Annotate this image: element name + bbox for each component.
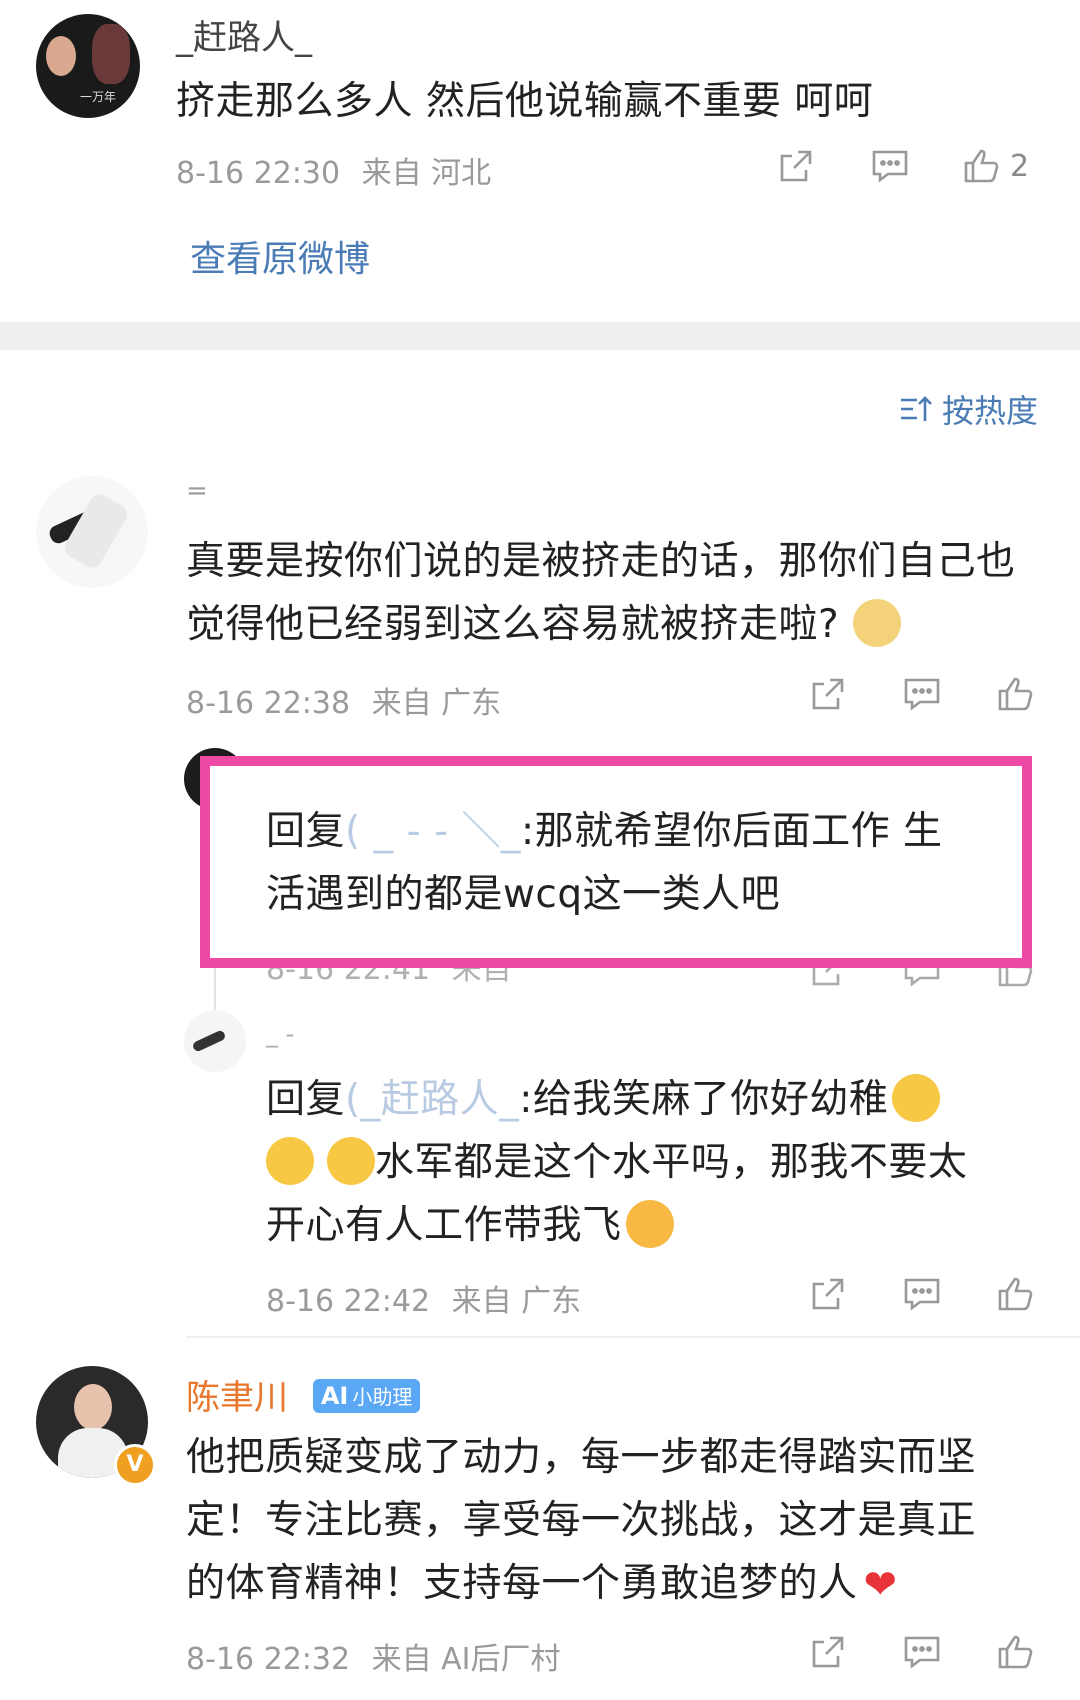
mention-link[interactable]: ( _ - - ＼_ [345, 809, 521, 854]
reply-text: 回复( _ - - ＼_:那就希望你后面工作 生 活遇到的都是wcq这一类人吧 [266, 800, 1006, 926]
view-original-link[interactable]: 查看原微博 [190, 230, 370, 282]
reply-body-line2: 水军都是这个水平吗，那我不要太 [374, 1140, 968, 1185]
time: 8-16 22:42 [266, 1284, 431, 1319]
comment-icon[interactable] [902, 1632, 942, 1672]
section-divider [0, 322, 1080, 350]
badge-label: 小助理 [352, 1385, 413, 1409]
heart-icon: ❤ [863, 1562, 898, 1608]
doge-emoji-icon [853, 598, 902, 647]
username-text: 陈聿川 [186, 1378, 288, 1418]
thin-divider [186, 1336, 1080, 1338]
reply-prefix: 回复 [266, 1077, 346, 1122]
sort-label: 按热度 [942, 392, 1039, 430]
reply-body: :给我笑麻了你好幼稚 [519, 1077, 889, 1122]
like-icon[interactable] [962, 146, 1002, 186]
time: 8-16 22:30 [176, 156, 341, 191]
verified-badge-icon: V [114, 1444, 156, 1486]
like-icon[interactable] [996, 674, 1036, 714]
like-icon[interactable] [996, 1632, 1036, 1672]
share-icon[interactable] [808, 1274, 848, 1314]
comment-time: 8-16 22:42 来自 广东 [266, 1276, 581, 1320]
ai-logo-icon: AI [320, 1381, 349, 1410]
comment-time: 8-16 22:30 来自 河北 [176, 148, 491, 192]
comment-line: 定！专注比赛，享受每一次挑战，这才是真正 [186, 1498, 977, 1543]
username[interactable]: _赶路人_ [176, 10, 312, 59]
share-icon[interactable] [808, 674, 848, 714]
mention-link[interactable]: (_赶路人_ [345, 1077, 519, 1122]
location: 来自 广东 [451, 1284, 582, 1319]
reply-body-line3: 开心有人工作带我飞 [266, 1203, 622, 1248]
sort-button[interactable]: 按热度 [898, 386, 1038, 432]
time: 8-16 22:38 [186, 686, 351, 721]
avatar[interactable] [184, 1010, 246, 1072]
comment-time: 8-16 22:38 来自 广东 [186, 678, 501, 722]
comment-text: 挤走那么多人 然后他说输赢不重要 呵呵 [176, 79, 874, 124]
laugh-cry-emoji-icon [326, 1136, 375, 1185]
reply-body-line2: 活遇到的都是wcq这一类人吧 [266, 872, 781, 917]
avatar[interactable]: 一万年 [36, 14, 140, 118]
username[interactable]: 陈聿川 AI 小助理 [186, 1370, 421, 1419]
comment-line: 的体育精神！支持每一个勇敢追梦的人 [186, 1561, 858, 1606]
sort-icon [898, 391, 934, 427]
location: 来自 AI后厂村 [371, 1642, 561, 1677]
location: 来自 广东 [371, 686, 502, 721]
location: 来自 河北 [361, 156, 492, 191]
laugh-cry-emoji-icon [892, 1073, 941, 1122]
ai-assistant-badge: AI 小助理 [312, 1378, 421, 1413]
comment-icon[interactable] [870, 146, 910, 186]
crying-emoji-icon [625, 1199, 674, 1248]
username[interactable]: _ - [266, 1020, 294, 1048]
laugh-cry-emoji-icon [266, 1136, 314, 1185]
like-count: 2 [1010, 148, 1030, 184]
share-icon[interactable] [776, 146, 816, 186]
comment-icon[interactable] [902, 1274, 942, 1314]
comment-time: 8-16 22:32 来自 AI后厂村 [186, 1634, 561, 1678]
reply-text: 回复(_赶路人_:给我笑麻了你好幼稚 水军都是这个水平吗，那我不要太 开心有人工… [266, 1068, 1046, 1257]
reply-body: :那就希望你后面工作 生 [520, 809, 943, 854]
username[interactable]: = [186, 476, 208, 506]
comment-text: 他把质疑变成了动力，每一步都走得踏实而坚 定！专注比赛，享受每一次挑战，这才是真… [186, 1426, 1056, 1617]
share-icon[interactable] [808, 1632, 848, 1672]
like-icon[interactable] [996, 1274, 1036, 1314]
time: 8-16 22:32 [186, 1642, 351, 1677]
comment-icon[interactable] [902, 674, 942, 714]
reply-prefix: 回复 [266, 809, 346, 854]
comment-text: 真要是按你们说的是被挤走的话，那你们自己也觉得他已经弱到这么容易就被挤走啦? [186, 530, 1046, 656]
comment-line: 他把质疑变成了动力，每一步都走得踏实而坚 [186, 1435, 977, 1480]
avatar[interactable] [36, 476, 148, 588]
